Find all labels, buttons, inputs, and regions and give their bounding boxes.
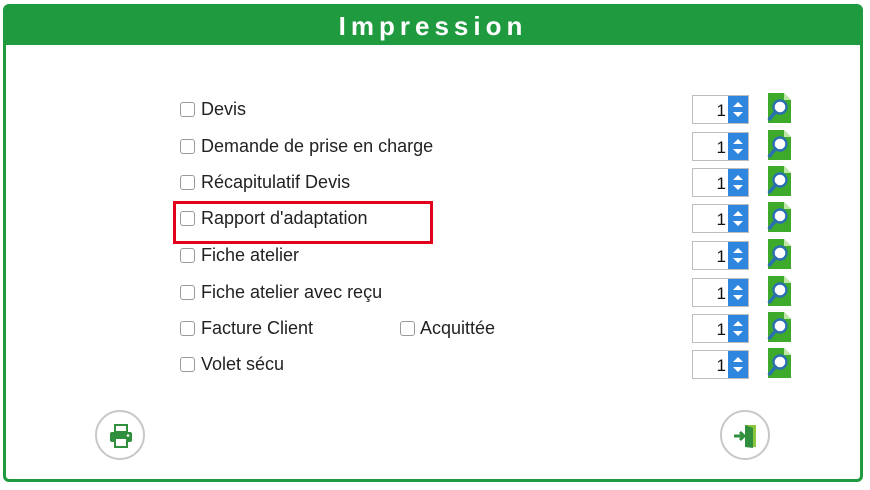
copies-value: 1 [716,101,726,120]
copies-stepper-facture-client[interactable]: 1 [692,314,749,343]
print-option-devis: Devis 1 [6,92,866,125]
printer-icon [110,424,132,448]
copies-value: 1 [716,284,726,303]
stepper-arrows-icon[interactable] [728,279,748,306]
dialog-title: Impression [6,7,860,45]
print-option-fiche-atelier: Fiche atelier 1 [6,238,866,271]
label-fiche-atelier-avec-recu: Fiche atelier avec reçu [201,282,383,302]
copies-value: 1 [716,320,726,339]
label-recapitulatif-devis: Récapitulatif Devis [201,172,351,192]
label-fiche-atelier: Fiche atelier [201,245,300,265]
preview-icon[interactable] [766,129,792,161]
print-option-facture-client: Facture Client Acquittée 1 [6,311,866,344]
copies-stepper-rapport-adaptation[interactable]: 1 [692,204,749,233]
checkbox-acquittee[interactable] [400,321,415,336]
checkbox-devis[interactable] [180,102,195,117]
highlight-box [173,201,433,244]
copies-value: 1 [716,247,726,266]
print-option-volet-secu: Volet sécu 1 [6,347,866,380]
copies-stepper-fiche-atelier[interactable]: 1 [692,241,749,270]
checkbox-volet-secu[interactable] [180,357,195,372]
copies-stepper-devis[interactable]: 1 [692,95,749,124]
copies-value: 1 [716,174,726,193]
print-option-recapitulatif-devis: Récapitulatif Devis 1 [6,165,866,198]
checkbox-fiche-atelier-avec-recu[interactable] [180,285,195,300]
copies-stepper-demande-prise-en-charge[interactable]: 1 [692,132,749,161]
print-dialog: Impression Devis 1 Demande de prise en c… [3,4,863,482]
stepper-arrows-icon[interactable] [728,133,748,160]
exit-door-icon [734,425,756,448]
preview-icon[interactable] [766,238,792,270]
preview-icon[interactable] [766,347,792,379]
copies-stepper-recapitulatif-devis[interactable]: 1 [692,168,749,197]
stepper-arrows-icon[interactable] [728,242,748,269]
checkbox-facture-client[interactable] [180,321,195,336]
checkbox-demande-prise-en-charge[interactable] [180,139,195,154]
print-option-fiche-atelier-avec-recu: Fiche atelier avec reçu 1 [6,275,866,308]
copies-value: 1 [716,210,726,229]
print-option-rapport-adaptation: Rapport d'adaptation 1 [6,201,866,234]
preview-icon[interactable] [766,275,792,307]
stepper-arrows-icon[interactable] [728,351,748,378]
copies-stepper-volet-secu[interactable]: 1 [692,350,749,379]
copies-value: 1 [716,138,726,157]
preview-icon[interactable] [766,165,792,197]
stepper-arrows-icon[interactable] [728,315,748,342]
exit-button[interactable] [720,410,770,460]
label-acquittee: Acquittée [420,318,496,338]
print-option-demande-prise-en-charge: Demande de prise en charge 1 [6,129,866,162]
label-facture-client: Facture Client [201,318,314,338]
preview-icon[interactable] [766,311,792,343]
print-button[interactable] [95,410,145,460]
label-volet-secu: Volet sécu [201,354,285,374]
label-demande-prise-en-charge: Demande de prise en charge [201,136,434,156]
label-devis: Devis [201,99,247,119]
checkbox-recapitulatif-devis[interactable] [180,175,195,190]
stepper-arrows-icon[interactable] [728,96,748,123]
copies-value: 1 [716,356,726,375]
preview-icon[interactable] [766,201,792,233]
stepper-arrows-icon[interactable] [728,205,748,232]
preview-icon[interactable] [766,92,792,124]
stepper-arrows-icon[interactable] [728,169,748,196]
checkbox-fiche-atelier[interactable] [180,248,195,263]
copies-stepper-fiche-atelier-avec-recu[interactable]: 1 [692,278,749,307]
